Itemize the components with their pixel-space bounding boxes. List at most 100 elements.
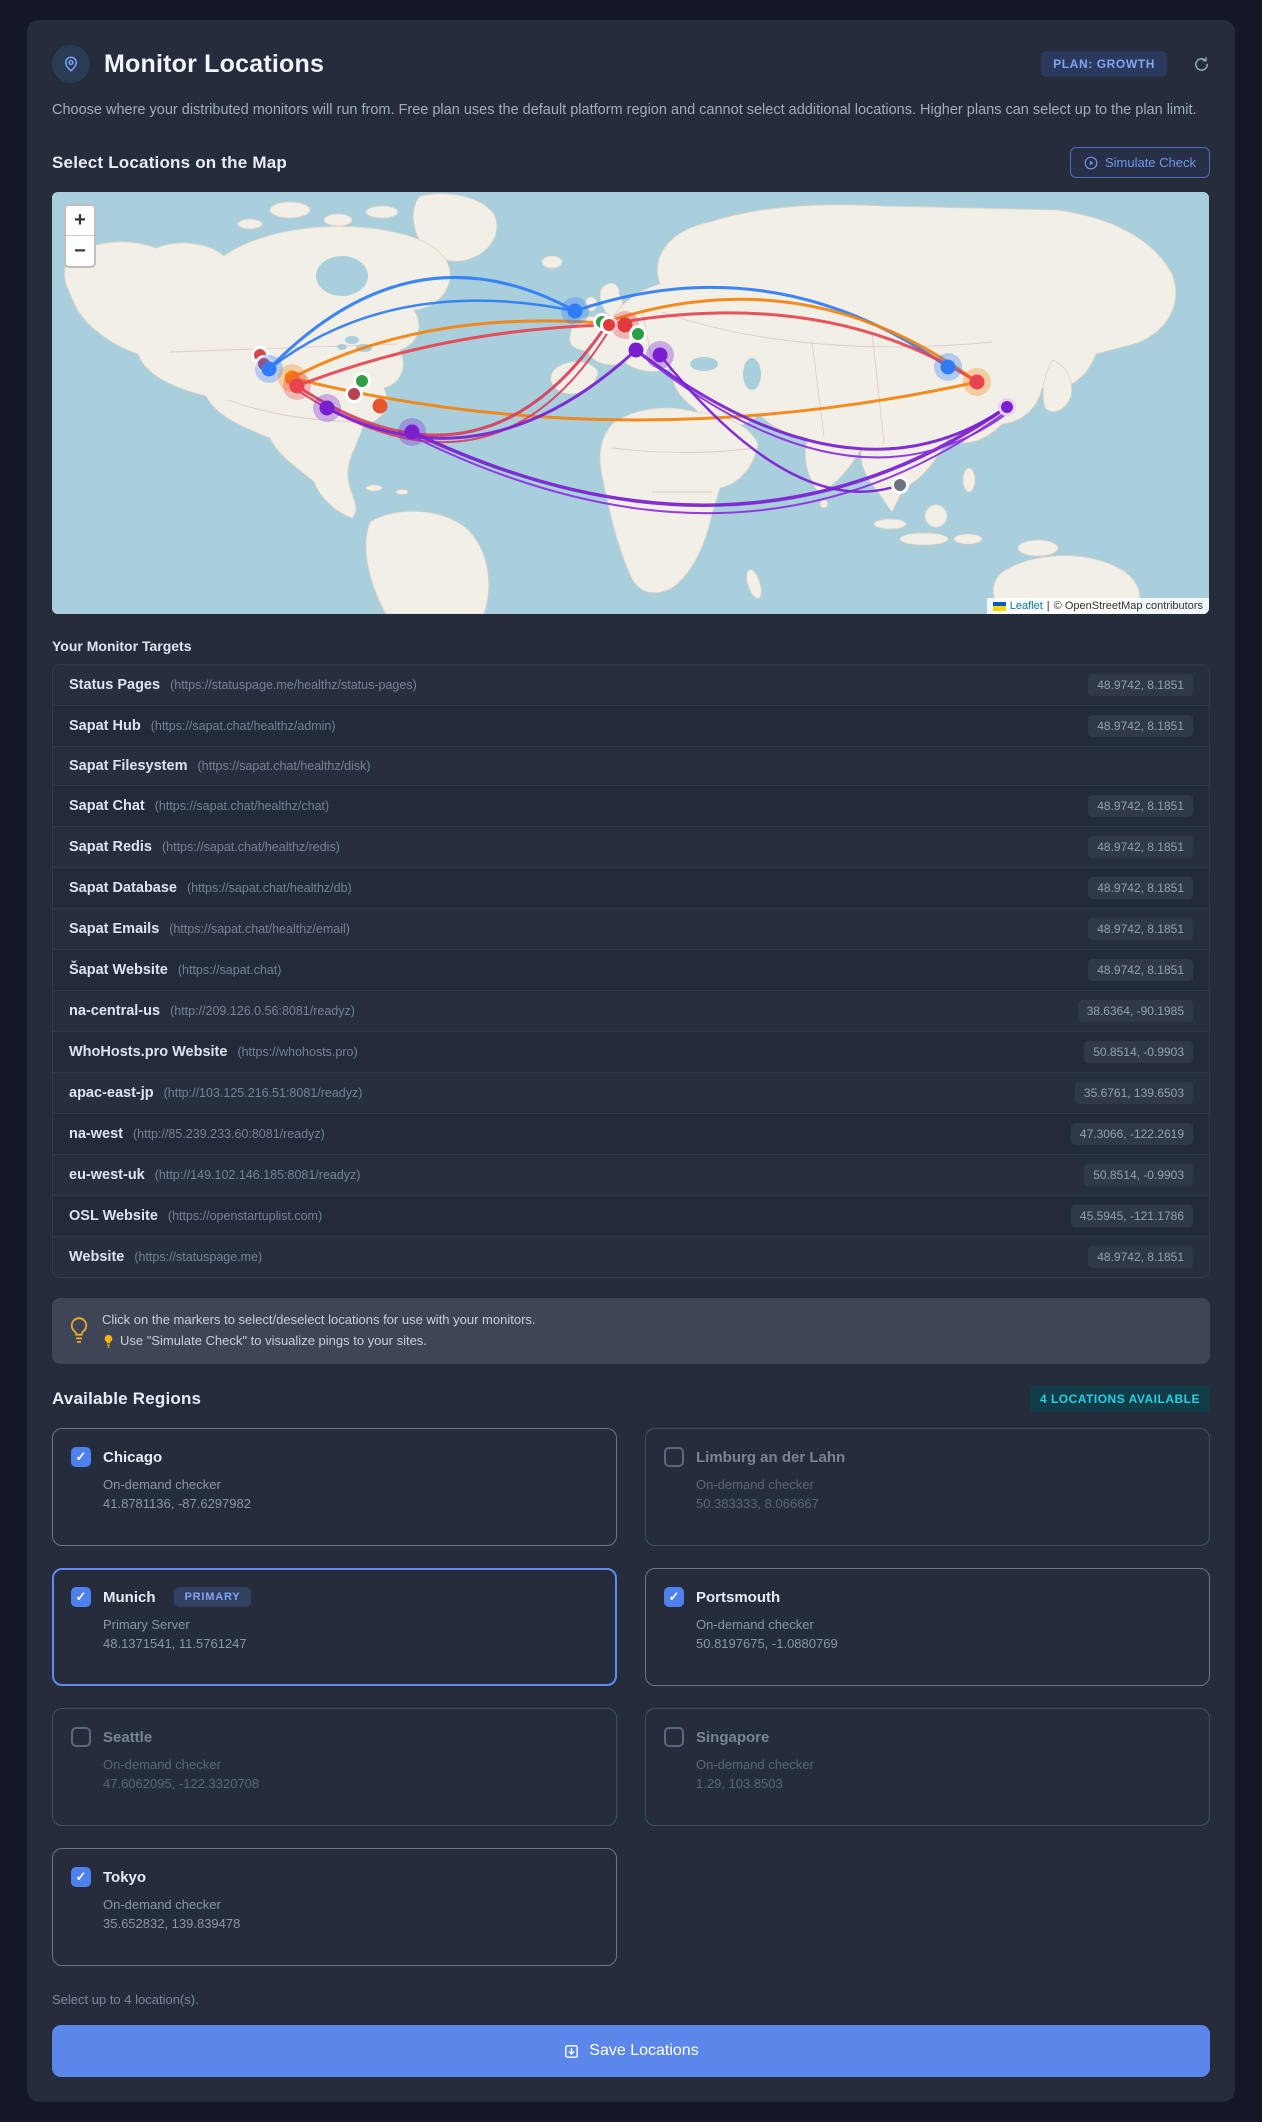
- region-name: Seattle: [103, 1728, 153, 1746]
- map-marker[interactable]: [567, 303, 583, 319]
- locations-available-badge: 4 LOCATIONS AVAILABLE: [1029, 1386, 1210, 1413]
- target-coords-badge: 50.8514, -0.9903: [1084, 1164, 1193, 1187]
- target-coords-badge: 35.6761, 139.6503: [1074, 1082, 1193, 1105]
- tip-line-2: Use "Simulate Check" to visualize pings …: [120, 1333, 427, 1349]
- target-name: Sapat Database: [69, 880, 177, 897]
- target-coords-badge: 48.9742, 8.1851: [1088, 877, 1193, 900]
- map-attribution: Leaflet | © OpenStreetMap contributors: [986, 598, 1209, 615]
- target-row: Status Pages (https://statuspage.me/healt…: [53, 665, 1209, 707]
- target-row: Sapat Chat (https://sapat.chat/healthz/ch…: [53, 786, 1209, 828]
- region-checkbox[interactable]: ✓: [71, 1587, 91, 1608]
- target-name: eu-west-uk: [69, 1167, 145, 1184]
- region-name: Munich: [103, 1588, 156, 1606]
- region-card-singapore: Singapore On-demand checker 1.29, 103.8503: [645, 1708, 1210, 1827]
- target-name: Sapat Redis: [69, 839, 152, 856]
- target-url: (https://sapat.chat/healthz/chat): [154, 799, 330, 814]
- region-checkbox[interactable]: ✓: [71, 1867, 91, 1888]
- target-name: OSL Website: [69, 1208, 158, 1225]
- map-marker[interactable]: [319, 400, 335, 416]
- target-url: (https://sapat.chat/healthz/email): [169, 922, 350, 937]
- target-coords-badge: 48.9742, 8.1851: [1088, 1246, 1193, 1269]
- target-name: WhoHosts.pro Website: [69, 1044, 228, 1061]
- target-name: Sapat Emails: [69, 921, 160, 938]
- region-card-portsmouth[interactable]: ✓ Portsmouth On-demand checker 50.8197675, …: [645, 1568, 1210, 1687]
- target-row: Sapat Redis (https://sapat.chat/healthz/r…: [53, 827, 1209, 869]
- target-coords-badge: 48.9742, 8.1851: [1088, 715, 1193, 738]
- region-checkbox[interactable]: ✓: [71, 1447, 91, 1468]
- ukraine-flag-icon: [992, 601, 1006, 611]
- world-map[interactable]: + − Leaflet | © OpenStreetMap contributo…: [52, 192, 1209, 615]
- target-url: (https://sapat.chat/healthz/redis): [162, 840, 340, 855]
- region-coords: 41.8781136, -87.6297982: [103, 1496, 251, 1512]
- target-name: Šapat Website: [69, 962, 168, 979]
- target-row: WhoHosts.pro Website (https://whohosts.pr…: [53, 1032, 1209, 1074]
- region-checkbox[interactable]: ✓: [664, 1587, 684, 1608]
- location-pin-icon: [52, 45, 90, 83]
- map-marker[interactable]: [353, 372, 371, 391]
- target-name: Sapat Chat: [69, 798, 145, 815]
- region-subtitle: On-demand checker: [103, 1757, 221, 1773]
- map-marker[interactable]: [940, 359, 956, 375]
- target-row: Sapat Hub (https://sapat.chat/healthz/adm…: [53, 706, 1209, 748]
- region-subtitle: On-demand checker: [696, 1617, 814, 1633]
- region-name: Portsmouth: [696, 1588, 781, 1606]
- target-name: Website: [69, 1249, 125, 1266]
- target-url: (http://209.126.0.56:8081/readyz): [170, 1004, 355, 1019]
- region-checkbox: [71, 1727, 91, 1748]
- target-coords-badge: 48.9742, 8.1851: [1088, 959, 1193, 982]
- header: Monitor Locations PLAN: GROWTH: [52, 45, 1210, 83]
- leaflet-link[interactable]: Leaflet: [1010, 600, 1043, 612]
- lightbulb-icon: [70, 1317, 88, 1344]
- target-url: (http://85.239.233.60:8081/readyz): [133, 1127, 325, 1142]
- region-subtitle: On-demand checker: [696, 1477, 814, 1493]
- target-row: na-west (http://85.239.233.60:8081/readyz…: [53, 1114, 1209, 1156]
- region-card-limburg-an-der-lahn: Limburg an der Lahn On-demand checker 50.3…: [645, 1428, 1210, 1547]
- target-row: Sapat Emails (https://sapat.chat/healthz/…: [53, 909, 1209, 951]
- target-name: Sapat Hub: [69, 718, 141, 735]
- region-card-tokyo[interactable]: ✓ Tokyo On-demand checker 35.652832, 139.83…: [52, 1848, 617, 1967]
- map-zoom-control: + −: [64, 204, 96, 269]
- map-marker[interactable]: [289, 378, 305, 394]
- region-coords: 1.29, 103.8503: [696, 1776, 783, 1792]
- target-url: (https://sapat.chat): [177, 963, 282, 978]
- target-row: apac-east-jp (http://103.125.216.51:8081/…: [53, 1073, 1209, 1115]
- region-coords: 47.6062095, -122.3320708: [103, 1776, 260, 1792]
- region-card-munich[interactable]: ✓ Munich PRIMARY Primary Server 48.1371541, …: [52, 1568, 617, 1687]
- monitor-locations-panel: Monitor Locations PLAN: GROWTH Choose wh…: [27, 20, 1235, 2103]
- map-marker[interactable]: [372, 398, 388, 414]
- target-url: (http://103.125.216.51:8081/readyz): [163, 1086, 363, 1101]
- target-row: Sapat Filesystem (https://sapat.chat/heal…: [53, 747, 1209, 787]
- zoom-out-button[interactable]: −: [66, 236, 94, 267]
- target-url: (https://sapat.chat/healthz/disk): [197, 759, 371, 774]
- save-locations-button[interactable]: Save Locations: [52, 2025, 1210, 2078]
- map-marker[interactable]: [261, 361, 277, 377]
- target-row: na-central-us (http://209.126.0.56:8081/r…: [53, 991, 1209, 1033]
- target-url: (http://149.102.146.185:8081/readyz): [154, 1168, 361, 1183]
- map-marker[interactable]: [969, 374, 985, 390]
- map-marker[interactable]: [404, 424, 420, 440]
- target-row: OSL Website (https://openstartuplist.com)…: [53, 1196, 1209, 1238]
- region-coords: 48.1371541, 11.5761247: [103, 1636, 247, 1652]
- target-url: (https://statuspage.me): [134, 1250, 263, 1265]
- map-marker[interactable]: [891, 476, 909, 495]
- refresh-icon[interactable]: [1193, 56, 1210, 73]
- regions-grid: ✓ Chicago On-demand checker 41.8781136, -87…: [52, 1428, 1210, 1967]
- page-title: Monitor Locations: [104, 49, 325, 78]
- tip-line-1: Click on the markers to select/deselect …: [102, 1312, 536, 1328]
- map-marker[interactable]: [629, 325, 647, 344]
- target-url: (https://statuspage.me/healthz/status-pa…: [170, 678, 417, 693]
- target-name: Sapat Filesystem: [69, 758, 188, 775]
- zoom-in-button[interactable]: +: [66, 206, 94, 237]
- map-section-title: Select Locations on the Map: [52, 152, 287, 172]
- region-subtitle: On-demand checker: [103, 1897, 221, 1913]
- page-description: Choose where your distributed monitors w…: [52, 102, 1197, 118]
- map-marker[interactable]: [652, 347, 668, 363]
- save-icon: [565, 2044, 579, 2058]
- target-coords-badge: 48.9742, 8.1851: [1088, 836, 1193, 859]
- region-card-seattle: Seattle On-demand checker 47.6062095, -122…: [52, 1708, 617, 1827]
- simulate-check-button[interactable]: Simulate Check: [1069, 147, 1210, 179]
- target-coords-badge: 45.5945, -121.1786: [1070, 1205, 1193, 1228]
- map-marker[interactable]: [628, 342, 644, 358]
- region-card-chicago[interactable]: ✓ Chicago On-demand checker 41.8781136, -87…: [52, 1428, 617, 1547]
- map-marker[interactable]: [998, 398, 1016, 417]
